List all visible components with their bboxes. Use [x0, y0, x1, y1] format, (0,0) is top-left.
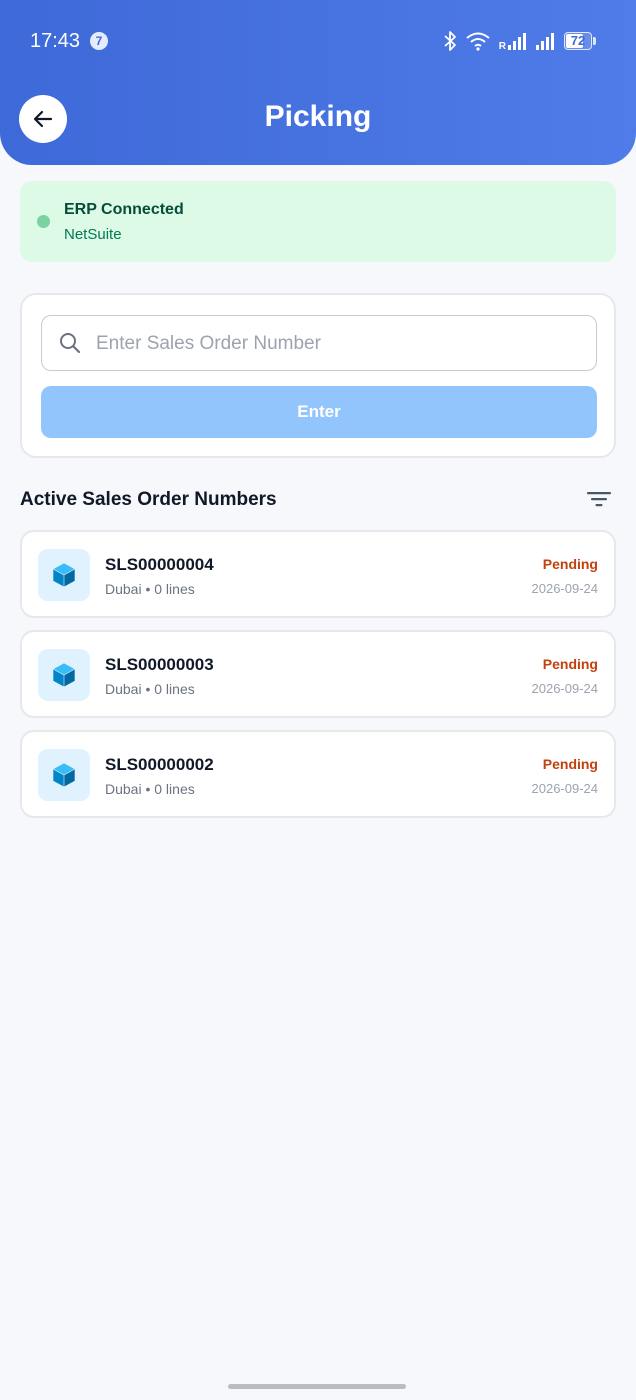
order-number: SLS00000002: [105, 755, 214, 774]
erp-status-title: ERP Connected: [64, 201, 184, 218]
order-number: SLS00000004: [105, 555, 214, 574]
order-status-badge: Pending: [542, 556, 598, 572]
filter-button[interactable]: [586, 487, 612, 511]
order-meta: Dubai • 0 lines: [105, 681, 195, 697]
bluetooth-icon: [444, 31, 456, 51]
connection-status-dot: [37, 215, 50, 228]
order-card[interactable]: SLS00000004 Dubai • 0 lines Pending 2026…: [20, 530, 616, 618]
order-status-badge: Pending: [542, 656, 598, 672]
order-date: 2026-09-24: [531, 681, 599, 696]
order-date: 2026-09-24: [531, 781, 599, 796]
order-number: SLS00000003: [105, 655, 214, 674]
order-card[interactable]: SLS00000002 Dubai • 0 lines Pending 2026…: [20, 730, 616, 818]
signal-icon: [508, 33, 526, 50]
status-icons: R 72: [443, 30, 596, 52]
search-field[interactable]: [41, 315, 597, 372]
enter-button[interactable]: Enter: [41, 386, 597, 438]
filter-icon: [587, 492, 611, 507]
order-date: 2026-09-24: [531, 581, 599, 596]
sales-order-search-input[interactable]: [94, 316, 578, 372]
search-icon: [60, 333, 81, 354]
order-icon-container: [38, 749, 90, 801]
home-indicator[interactable]: [228, 1384, 406, 1389]
battery-icon: 72: [564, 32, 592, 50]
status-time: 17:43: [30, 30, 81, 52]
box-icon: [52, 562, 76, 588]
order-icon-container: [38, 549, 90, 601]
app-header: 17:43 7 R 72 Picking: [0, 0, 636, 165]
order-list: SLS00000004 Dubai • 0 lines Pending 2026…: [20, 530, 616, 830]
notification-badge: 7: [90, 32, 108, 50]
order-icon-container: [38, 649, 90, 701]
box-icon: [52, 662, 76, 688]
erp-status-banner: ERP Connected NetSuite: [20, 181, 616, 262]
signal-icon: [536, 33, 554, 50]
roaming-indicator: R: [498, 41, 506, 52]
battery-tip: [593, 37, 596, 45]
order-card[interactable]: SLS00000003 Dubai • 0 lines Pending 2026…: [20, 630, 616, 718]
section-title: Active Sales Order Numbers: [20, 489, 277, 510]
search-card: Enter: [20, 293, 616, 458]
order-meta: Dubai • 0 lines: [105, 781, 195, 797]
page-title: Picking: [264, 100, 372, 133]
erp-system-name: NetSuite: [64, 226, 122, 243]
wifi-icon: [466, 32, 490, 51]
battery-level: 72: [570, 33, 586, 48]
order-status-badge: Pending: [542, 756, 598, 772]
order-meta: Dubai • 0 lines: [105, 581, 195, 597]
box-icon: [52, 762, 76, 788]
